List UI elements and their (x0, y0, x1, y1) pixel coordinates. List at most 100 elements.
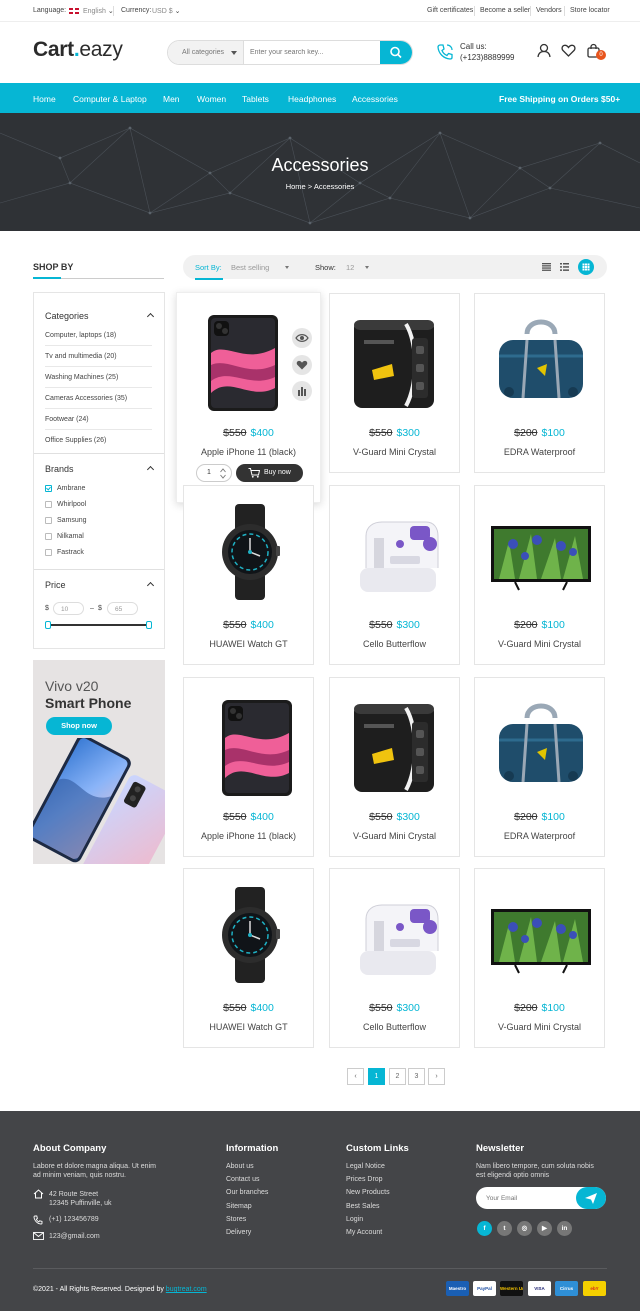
detailed-list-view-icon[interactable] (560, 263, 569, 271)
product-card[interactable]: $550 $300 Cello Butterflow (329, 868, 460, 1048)
chevron-up-icon[interactable] (146, 312, 155, 321)
category-item[interactable]: Computer, laptops (18) (45, 332, 116, 339)
footer-link[interactable]: Best Sales (346, 1203, 379, 1210)
nav-computer-laptop[interactable]: Computer & Laptop (73, 94, 147, 104)
link-store-locator[interactable]: Store locator (570, 7, 610, 14)
product-image[interactable] (475, 294, 604, 419)
wishlist-button[interactable] (292, 355, 312, 375)
quick-view-button[interactable] (292, 328, 312, 348)
nav-accessories[interactable]: Accessories (352, 94, 398, 104)
footer-link[interactable]: New Products (346, 1189, 390, 1196)
footer-link[interactable]: Sitemap (226, 1203, 252, 1210)
category-item[interactable]: Cameras Accessories (35) (45, 395, 127, 402)
product-name[interactable]: Apple iPhone 11 (black) (184, 831, 313, 841)
category-item[interactable]: Tv and multimedia (20) (45, 353, 117, 360)
brands-title[interactable]: Brands (45, 464, 74, 474)
pagination-prev[interactable]: ‹ (347, 1068, 364, 1085)
facebook-icon[interactable]: f (477, 1221, 492, 1236)
product-card[interactable]: $550 $400 HUAWEI Watch GT (183, 868, 314, 1048)
brand-checkbox[interactable] (45, 485, 52, 492)
brand-label[interactable]: Nilkamal (57, 533, 84, 540)
footer-link[interactable]: Delivery (226, 1229, 251, 1236)
list-view-icon[interactable] (542, 263, 551, 271)
product-name[interactable]: Cello Butterflow (330, 1022, 459, 1032)
nav-women[interactable]: Women (197, 94, 226, 104)
footer-link[interactable]: Our branches (226, 1189, 268, 1196)
footer-link[interactable]: Prices Drop (346, 1176, 383, 1183)
product-card[interactable]: $200 $100 V-Guard Mini Crystal (474, 868, 605, 1048)
stepper-arrows-icon[interactable] (220, 468, 226, 479)
buy-now-button[interactable]: Buy now (236, 464, 303, 482)
search-button[interactable] (380, 41, 412, 64)
product-name[interactable]: V-Guard Mini Crystal (475, 1022, 604, 1032)
product-image[interactable] (330, 294, 459, 419)
chevron-up-icon[interactable] (146, 581, 155, 590)
footer-link[interactable]: Legal Notice (346, 1163, 385, 1170)
product-image[interactable] (184, 486, 313, 611)
price-min-input[interactable]: 10 (53, 602, 84, 615)
footer-email[interactable]: 123@gmail.com (49, 1233, 100, 1240)
brand-checkbox[interactable] (45, 517, 52, 524)
brand-label[interactable]: Fastrack (57, 549, 84, 556)
category-item[interactable]: Footwear (24) (45, 416, 89, 423)
link-vendors[interactable]: Vendors (536, 7, 562, 14)
price-max-input[interactable]: 65 (107, 602, 138, 615)
brand-label[interactable]: Whirlpool (57, 501, 86, 508)
product-card[interactable]: $550 $400 HUAWEI Watch GT (183, 485, 314, 665)
nav-home[interactable]: Home (33, 94, 56, 104)
twitter-icon[interactable]: t (497, 1221, 512, 1236)
price-slider[interactable] (45, 621, 152, 629)
brand-checkbox[interactable] (45, 549, 52, 556)
brand-label[interactable]: Samsung (57, 517, 87, 524)
footer-phone[interactable]: (+1) 123456789 (49, 1216, 99, 1223)
product-name[interactable]: V-Guard Mini Crystal (475, 639, 604, 649)
product-name[interactable]: Apple iPhone 11 (black) (177, 447, 320, 457)
product-image[interactable] (475, 486, 604, 611)
category-item[interactable]: Washing Machines (25) (45, 374, 118, 381)
product-image[interactable] (184, 678, 313, 803)
nav-tablets[interactable]: Tablets (242, 94, 269, 104)
product-name[interactable]: HUAWEI Watch GT (184, 1022, 313, 1032)
pagination-page[interactable]: 3 (408, 1068, 425, 1085)
grid-view-icon[interactable] (578, 259, 594, 275)
search-category-select[interactable]: All categories (168, 41, 244, 64)
product-image[interactable] (330, 869, 459, 994)
product-name[interactable]: Cello Butterflow (330, 639, 459, 649)
breadcrumb-home[interactable]: Home (286, 182, 306, 191)
product-card[interactable]: $200 $100 EDRA Waterproof (474, 293, 605, 473)
link-gift-certificates[interactable]: Gift certificates (427, 7, 473, 14)
call-number[interactable]: (+123)8889999 (460, 53, 515, 62)
brand-label[interactable]: Ambrane (57, 485, 85, 492)
chevron-up-icon[interactable] (146, 465, 155, 474)
linkedin-icon[interactable]: in (557, 1221, 572, 1236)
product-card[interactable]: $200 $100 V-Guard Mini Crystal (474, 485, 605, 665)
newsletter-email-input[interactable] (486, 1193, 574, 1203)
footer-link[interactable]: Contact us (226, 1176, 259, 1183)
footer-link[interactable]: Login (346, 1216, 363, 1223)
product-card[interactable]: $550 $300 V-Guard Mini Crystal (329, 293, 460, 473)
price-slider-min-handle[interactable] (45, 621, 51, 629)
caret-down-icon[interactable] (285, 266, 289, 269)
pagination-page[interactable]: 1 (368, 1068, 385, 1085)
brand-checkbox[interactable] (45, 501, 52, 508)
brand-checkbox[interactable] (45, 533, 52, 540)
search-input[interactable] (250, 46, 380, 59)
product-name[interactable]: V-Guard Mini Crystal (330, 831, 459, 841)
promo-banner[interactable]: Vivo v20 Smart Phone Shop now (33, 660, 165, 864)
pagination-next[interactable]: › (428, 1068, 445, 1085)
product-card[interactable]: $550 $400 Apple iPhone 11 (black) 1 Buy now (176, 292, 321, 503)
price-title[interactable]: Price (45, 580, 66, 590)
product-card[interactable]: $200 $100 EDRA Waterproof (474, 677, 605, 857)
compare-button[interactable] (292, 381, 312, 401)
product-image[interactable] (475, 678, 604, 803)
user-icon[interactable] (537, 43, 551, 58)
site-logo[interactable]: Cart.eazy (33, 38, 123, 62)
product-name[interactable]: HUAWEI Watch GT (184, 639, 313, 649)
nav-headphones[interactable]: Headphones (288, 94, 336, 104)
product-image[interactable] (330, 486, 459, 611)
category-item[interactable]: Office Supplies (26) (45, 437, 106, 444)
product-card[interactable]: $550 $300 V-Guard Mini Crystal (329, 677, 460, 857)
sort-select[interactable]: Best selling (231, 263, 269, 272)
product-image[interactable] (475, 869, 604, 994)
shop-now-button[interactable]: Shop now (46, 717, 112, 735)
